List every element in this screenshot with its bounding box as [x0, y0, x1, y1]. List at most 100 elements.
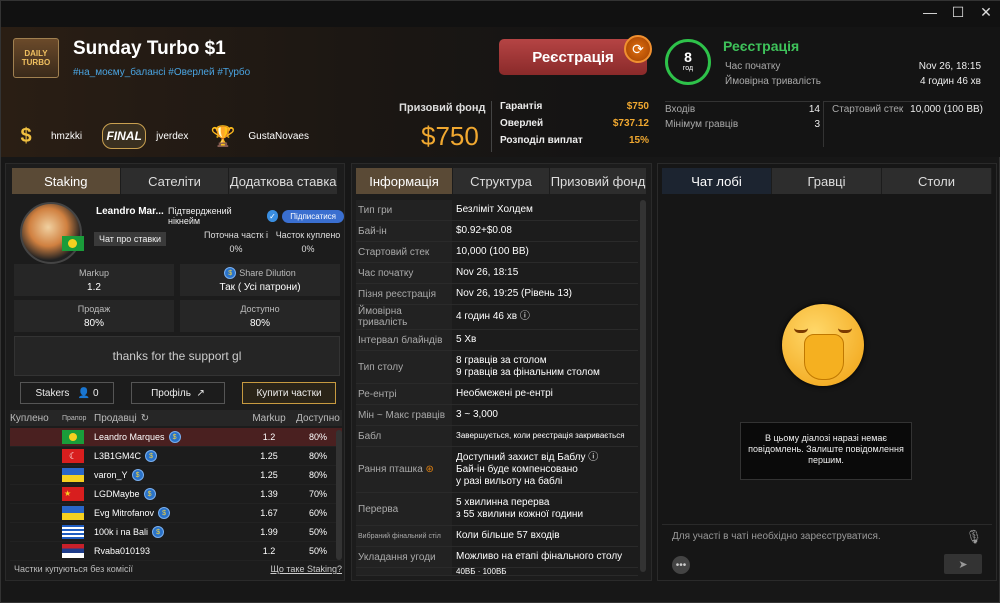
- col-markup[interactable]: Markup: [244, 413, 294, 424]
- info-value: 3 ~ 3,000: [456, 409, 498, 420]
- coin-icon: $: [145, 450, 158, 462]
- prize-pool-label: Призовий фонд: [399, 102, 486, 114]
- col-available[interactable]: Доступно: [294, 413, 342, 424]
- send-button[interactable]: ➤: [944, 554, 982, 574]
- seller-name: Leandro Marques: [94, 432, 165, 442]
- seller-available: 60%: [308, 508, 327, 518]
- staker-name[interactable]: Leandro Mar...: [96, 206, 164, 217]
- table-row[interactable]: 100k i na Bali $1.99 50%: [10, 523, 342, 542]
- seller-markup: 1.67: [260, 508, 278, 518]
- seller-available: 50%: [308, 546, 327, 556]
- table-row[interactable]: Leandro Marques $1.2 80%: [10, 428, 342, 447]
- col-sellers[interactable]: Продавці ↻: [92, 413, 244, 424]
- praying-emoji-icon: [782, 304, 864, 386]
- staker-message: thanks for the support gl: [14, 336, 340, 376]
- tab-players[interactable]: Гравці: [772, 168, 882, 194]
- shares-bought-label: Часток куплено: [275, 230, 341, 240]
- info-value: Nov 26, 19:25 (Рівень 13): [456, 288, 572, 299]
- early-bird-label: Рання пташка: [358, 464, 423, 475]
- info-key: Тип гри: [356, 200, 452, 220]
- seller-available: 80%: [308, 432, 327, 442]
- dilution-cell: $ Share Dilution Так ( Усі патрони): [180, 264, 340, 296]
- coin-icon: $: [131, 469, 144, 481]
- staking-chat-button[interactable]: Чат про ставки: [94, 232, 167, 246]
- avatar[interactable]: [20, 202, 82, 264]
- seller-name: LGDMaybe: [94, 489, 140, 499]
- badge-1[interactable]: $ hmzkki: [11, 123, 92, 149]
- stakers-label: Stakers: [35, 387, 70, 399]
- chat-input[interactable]: Для участі в чаті необхідно зареєструват…: [662, 524, 992, 576]
- tab-side-bet[interactable]: Додаткова ставка: [229, 168, 339, 194]
- table-row[interactable]: Rvaba010193 1.2 50%: [10, 542, 342, 561]
- refresh-icon[interactable]: ↻: [141, 413, 149, 424]
- what-is-staking-link[interactable]: Що таке Staking?: [270, 564, 342, 574]
- flag-ukraine-icon: [62, 468, 84, 482]
- sellers-scrollbar[interactable]: [336, 430, 342, 560]
- start-time-value: Nov 26, 18:15: [918, 61, 981, 72]
- col-bought[interactable]: Куплено: [10, 413, 62, 424]
- tab-tables[interactable]: Столи: [882, 168, 992, 194]
- seller-markup: 1.99: [260, 527, 278, 537]
- start-time-label: Час початку: [725, 61, 781, 72]
- table-row[interactable]: varon_Y $1.25 80%: [10, 466, 342, 485]
- tab-lobby-chat[interactable]: Чат лобі: [662, 168, 772, 194]
- minimize-icon[interactable]: —: [923, 4, 937, 20]
- info-value[interactable]: 4 годин 46 хв ⓘ: [452, 309, 638, 325]
- info-value: 8 гравців за столом 9 гравців за фінальн…: [456, 355, 600, 378]
- badge-2[interactable]: FINAL jverdex: [102, 123, 198, 149]
- info-value: 5 Хв: [456, 334, 477, 345]
- tab-info[interactable]: Інформація: [356, 168, 453, 194]
- info-value: 5 хвилинна перерва з 55 хвилини кожної г…: [456, 497, 584, 520]
- coin-icon: $: [224, 267, 237, 279]
- table-row[interactable]: ★ LGDMaybe $1.39 70%: [10, 485, 342, 504]
- flag-turkey-icon: ☾: [62, 449, 84, 463]
- info-scrollbar[interactable]: [640, 200, 646, 572]
- profile-button[interactable]: Профіль ↗: [131, 382, 225, 404]
- flag-serbia-icon: [62, 544, 84, 558]
- seller-markup: 1.25: [260, 470, 278, 480]
- tournament-title: Sunday Turbo $1: [73, 38, 226, 59]
- payout-label[interactable]: Розподіл виплат: [500, 135, 583, 152]
- microphone-icon[interactable]: 🎙: [965, 529, 982, 545]
- buy-shares-button[interactable]: Купити частки: [242, 382, 336, 404]
- info-key: Перерва: [356, 493, 452, 525]
- info-value: Можливо на етапі фінального столу: [456, 551, 623, 562]
- registration-status: Реєстрація: [723, 38, 800, 54]
- info-key: Ймовірна тривалість: [356, 305, 452, 329]
- tab-staking[interactable]: Staking: [12, 168, 121, 194]
- tab-satellites[interactable]: Сателіти: [120, 168, 230, 194]
- sellers-list: Leandro Marques $1.2 80% ☾ L3B1GM4C $1.25 80%…: [10, 428, 342, 561]
- verified-check-icon: ✓: [266, 210, 279, 222]
- close-icon[interactable]: ✕: [979, 4, 993, 20]
- title-bar: — ☐ ✕: [1, 1, 1000, 27]
- min-players-value: 3: [814, 119, 820, 130]
- more-icon[interactable]: •••: [672, 556, 690, 574]
- tournament-tags[interactable]: #на_моєму_балансі #Оверлей #Турбо: [73, 67, 250, 78]
- info-key: Мін ~ Макс гравців: [356, 405, 452, 425]
- badge-name: hmzkki: [51, 130, 83, 142]
- subscribe-button[interactable]: Підписатися: [282, 209, 344, 223]
- stakers-button[interactable]: Stakers 👤 0: [20, 382, 114, 404]
- seller-available: 50%: [308, 527, 327, 537]
- tab-structure[interactable]: Структура: [453, 168, 550, 194]
- maximize-icon[interactable]: ☐: [951, 4, 965, 20]
- table-row[interactable]: ☾ L3B1GM4C $1.25 80%: [10, 447, 342, 466]
- info-value[interactable]: Доступний захист від Баблу ⓘ Бай-ін буде…: [452, 450, 638, 490]
- current-share-label: Поточна частк і: [203, 230, 269, 240]
- info-value: Необмежені ре-ентрі: [456, 388, 553, 399]
- sale-value: 80%: [83, 318, 104, 329]
- overlay-value: $737.12: [612, 118, 649, 129]
- flag-brazil-icon: [62, 430, 84, 444]
- early-bird-icon[interactable]: ⟳: [624, 35, 652, 63]
- tab-prize-pool[interactable]: Призовий фонд: [550, 168, 647, 194]
- table-row[interactable]: Evg Mitrofanov $1.67 60%: [10, 504, 342, 523]
- seller-name: 100k i na Bali: [94, 527, 149, 537]
- overlay-label: Оверлей: [500, 118, 544, 129]
- badge-3[interactable]: 🏆 GustaNovaes: [208, 123, 319, 149]
- min-players-label: Мінімум гравців: [665, 119, 739, 130]
- col-flag[interactable]: Прапор: [62, 415, 92, 422]
- seller-name: L3B1GM4C: [94, 451, 142, 461]
- payout-value: 15%: [628, 135, 649, 146]
- person-icon: 👤: [77, 387, 91, 399]
- shares-bought-value: 0%: [301, 244, 315, 254]
